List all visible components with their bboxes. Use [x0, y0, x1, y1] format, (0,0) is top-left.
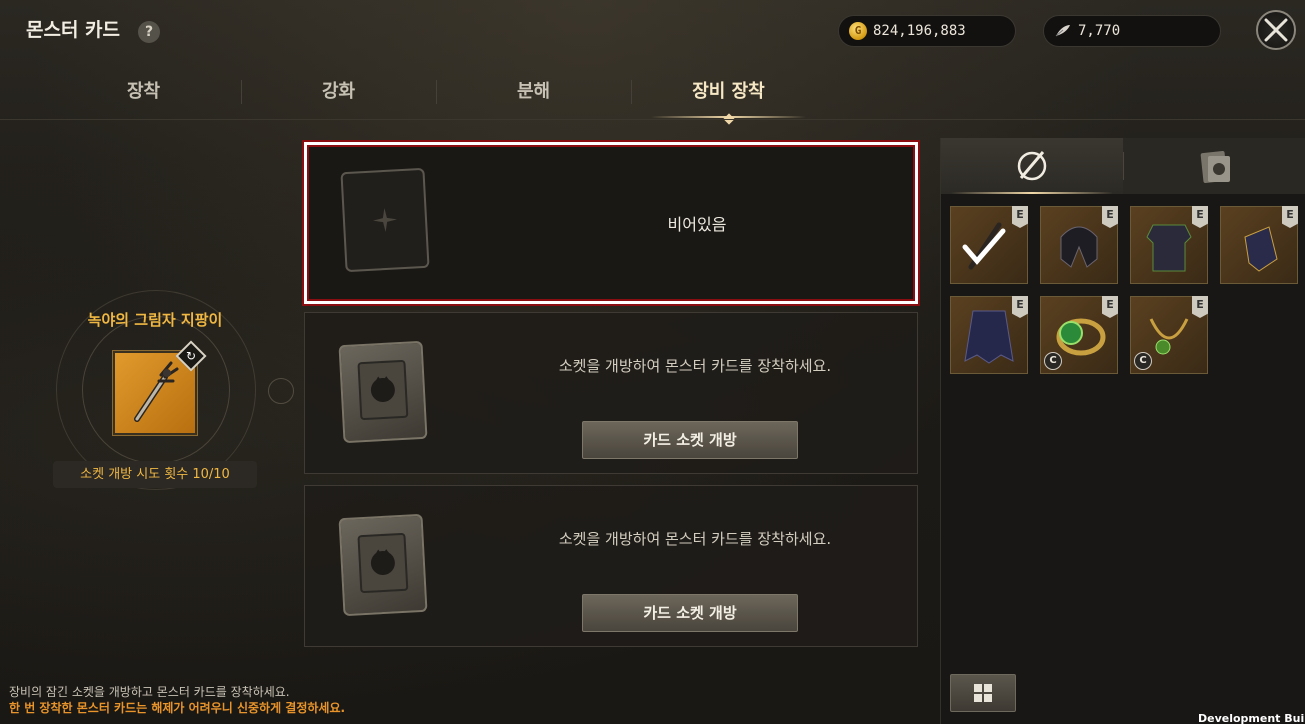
feather-amount: 7,770 [1078, 23, 1121, 39]
gold-coin-icon: G [849, 22, 867, 40]
card-socket-3: 소켓을 개방하여 몬스터 카드를 장착하세요. 카드 소켓 개방 [304, 485, 918, 647]
close-button[interactable] [1256, 10, 1296, 50]
inventory-tabs [941, 138, 1305, 194]
grade-badge: E [1192, 206, 1208, 228]
tab-label: 분해 [516, 81, 551, 102]
inventory-item-necklace[interactable]: E C [1130, 296, 1208, 374]
sub-grade-badge: C [1134, 352, 1152, 370]
tab-divider [0, 119, 1305, 120]
tab-enhance[interactable]: 강화 [241, 66, 436, 120]
tab-equip[interactable]: 장착 [46, 66, 241, 120]
sub-grade-badge: C [1044, 352, 1062, 370]
grade-badge: E [1192, 296, 1208, 318]
tab-label: 장비 장착 [692, 81, 765, 102]
grade-badge: E [1282, 206, 1298, 228]
top-bar: 몬스터 카드 ? G 824,196,883 7,770 [0, 0, 1305, 62]
equipment-tab[interactable] [941, 138, 1123, 194]
socket-status-text: 소켓을 개방하여 몬스터 카드를 장착하세요. [558, 530, 832, 548]
close-icon [1264, 18, 1288, 42]
crosshair-decoration [268, 378, 294, 404]
grade-badge: E [1102, 296, 1118, 318]
equipment-tab-icon [1017, 151, 1047, 181]
socket-status-text: 소켓을 개방하여 몬스터 카드를 장착하세요. [558, 357, 832, 375]
grid-view-button[interactable] [950, 674, 1016, 712]
socket-status-text: 비어있음 [667, 215, 727, 234]
inventory-item-ring[interactable]: E C [1040, 296, 1118, 374]
inventory-item-staff[interactable]: E [950, 206, 1028, 284]
card-tab-icon [1200, 151, 1230, 183]
locked-card-slot [338, 340, 428, 444]
inventory-item-cloak[interactable]: E [950, 296, 1028, 374]
empty-card-slot [340, 167, 430, 273]
tab-bar: 장착 강화 분해 장비 장착 [46, 66, 826, 125]
gold-amount: 824,196,883 [873, 23, 966, 39]
feather-icon [1054, 22, 1072, 40]
footer-info-text: 장비의 잠긴 소켓을 개방하고 몬스터 카드를 장착하세요. [9, 685, 290, 699]
tab-label: 장착 [126, 81, 161, 102]
card-tab[interactable] [1124, 138, 1305, 194]
swap-icon: ↻ [185, 349, 197, 363]
development-build-label: Development Build [1198, 712, 1305, 724]
locked-card-slot [338, 513, 428, 617]
feather-currency: 7,770 [1043, 15, 1221, 47]
grade-badge: E [1102, 206, 1118, 228]
socket-attempt-count: 소켓 개방 시도 횟수 10/10 [53, 461, 257, 488]
tab-gear-equip[interactable]: 장비 장착 [631, 66, 826, 125]
grade-badge: E [1012, 206, 1028, 228]
card-socket-2: 소켓을 개방하여 몬스터 카드를 장착하세요. 카드 소켓 개방 [304, 312, 918, 474]
equipment-name: 녹야의 그림자 지팡이 [87, 311, 223, 329]
sparkle-icon [373, 208, 397, 232]
monster-card-icon [357, 359, 409, 421]
tab-disassemble[interactable]: 분해 [436, 66, 631, 120]
grade-badge: E [1012, 296, 1028, 318]
help-icon[interactable]: ? [138, 21, 160, 43]
staff-icon [134, 361, 179, 422]
footer-warning-text: 한 번 장착한 몬스터 카드는 해제가 어려우니 신중하게 결정하세요. [9, 701, 346, 715]
card-socket-1[interactable]: 비어있음 [304, 142, 918, 304]
open-socket-button[interactable]: 카드 소켓 개방 [582, 421, 798, 459]
inventory-item-gauntlet[interactable]: E [1220, 206, 1298, 284]
page-title: 몬스터 카드 [26, 19, 121, 41]
open-socket-button[interactable]: 카드 소켓 개방 [582, 594, 798, 632]
monster-card-icon [357, 532, 409, 594]
gold-currency: G 824,196,883 [838, 15, 1016, 47]
inventory-item-helmet[interactable]: E [1040, 206, 1118, 284]
grid-icon [974, 684, 992, 702]
tab-label: 강화 [321, 81, 356, 102]
inventory-item-armor[interactable]: E [1130, 206, 1208, 284]
